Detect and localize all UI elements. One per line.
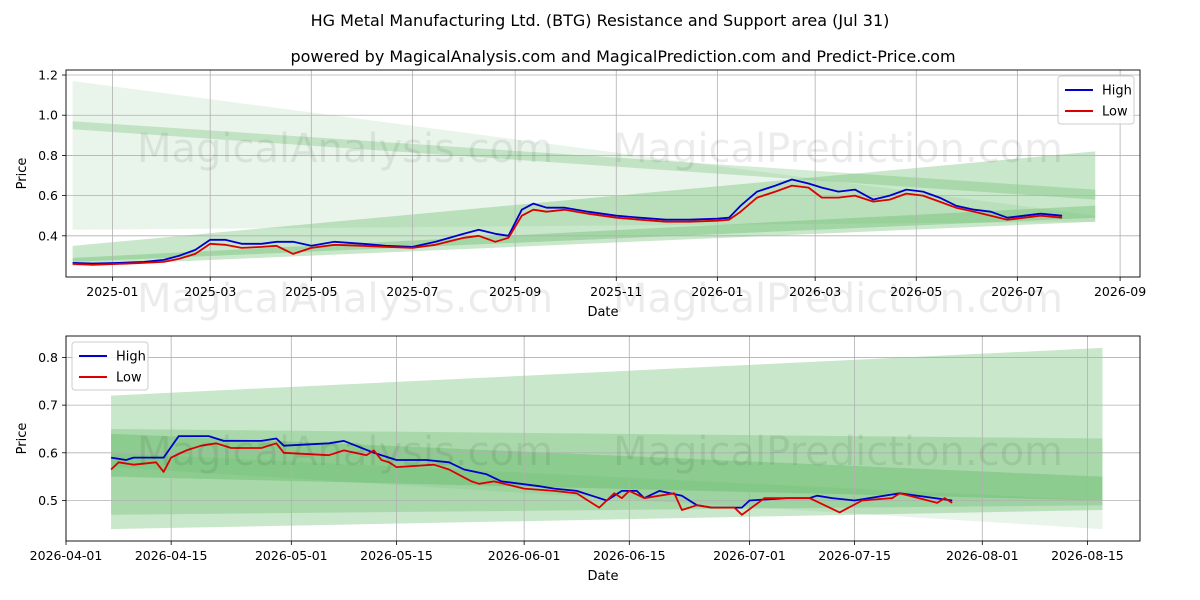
y-tick-label: 0.4 xyxy=(38,228,58,243)
x-tick-label: 2026-08-15 xyxy=(1051,548,1124,563)
legend-label-high: High xyxy=(1102,84,1132,99)
legend-label-low: Low xyxy=(1102,105,1128,120)
chart-subtitle: powered by MagicalAnalysis.com and Magic… xyxy=(290,47,955,66)
x-tick-label: 2025-01 xyxy=(86,284,138,299)
watermark-prediction-bottom: MagicalPrediction.com xyxy=(613,429,1063,475)
x-tick-label: 2026-09 xyxy=(1094,284,1146,299)
watermark-prediction-mid: MagicalPrediction.com xyxy=(613,276,1063,322)
watermark-prediction-top: MagicalPrediction.com xyxy=(613,126,1063,172)
y-axis-label: Price xyxy=(15,423,30,455)
legend: High Low xyxy=(1057,75,1135,125)
y-tick-label: 0.6 xyxy=(38,445,58,460)
y-tick-label: 1.0 xyxy=(38,108,58,123)
y-tick-label: 0.8 xyxy=(38,148,58,163)
legend: High Low xyxy=(71,341,149,391)
legend-label-low: Low xyxy=(116,371,142,386)
x-tick-label: 2026-07-15 xyxy=(818,548,891,563)
y-tick-label: 0.6 xyxy=(38,188,58,203)
x-tick-label: 2026-05-01 xyxy=(255,548,328,563)
watermark-analysis-top: MagicalAnalysis.com xyxy=(137,126,553,172)
chart-root: HG Metal Manufacturing Ltd. (BTG) Resist… xyxy=(15,11,1146,584)
x-tick-label: 2026-06-15 xyxy=(593,548,666,563)
y-tick-label: 0.7 xyxy=(38,398,58,413)
x-tick-label: 2026-08-01 xyxy=(946,548,1019,563)
x-tick-label: 2026-04-15 xyxy=(135,548,208,563)
y-tick-label: 1.2 xyxy=(38,68,58,83)
x-axis-label: Date xyxy=(587,569,618,584)
x-tick-label: 2026-06-01 xyxy=(488,548,561,563)
y-tick-label: 0.5 xyxy=(38,493,58,508)
watermark-analysis-bottom: MagicalAnalysis.com xyxy=(137,429,553,475)
chart-title: HG Metal Manufacturing Ltd. (BTG) Resist… xyxy=(311,11,890,30)
x-tick-label: 2026-05-15 xyxy=(360,548,433,563)
legend-label-high: High xyxy=(116,350,146,365)
x-tick-label: 2026-07-01 xyxy=(713,548,786,563)
y-tick-label: 0.8 xyxy=(38,350,58,365)
y-axis-label: Price xyxy=(15,158,30,190)
watermark-analysis-mid: MagicalAnalysis.com xyxy=(137,276,553,322)
x-tick-label: 2026-04-01 xyxy=(30,548,103,563)
